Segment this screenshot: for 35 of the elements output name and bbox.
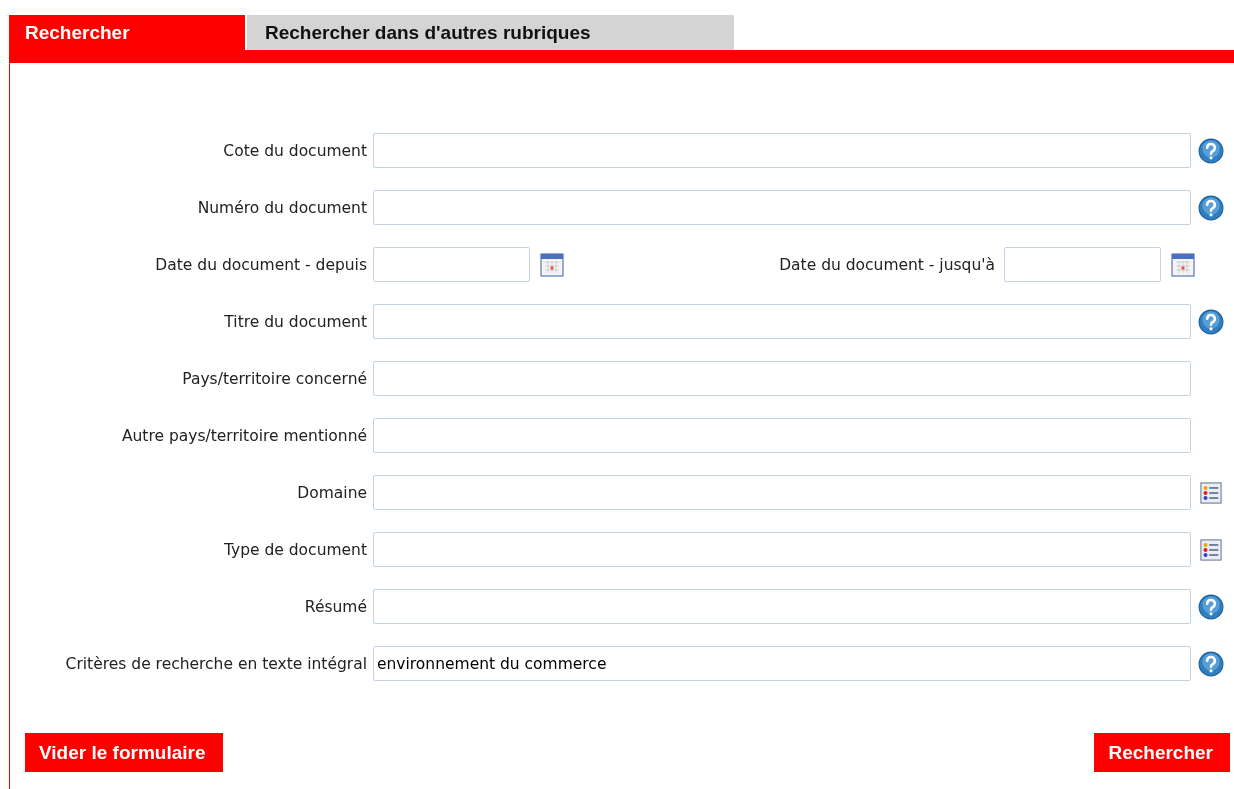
- input-field[interactable]: [373, 133, 1191, 168]
- search-button[interactable]: Rechercher: [1094, 733, 1230, 772]
- field-label: Pays/territoire concerné: [181, 369, 367, 388]
- help-icon[interactable]: [1198, 137, 1224, 164]
- field-label: Domaine: [296, 483, 367, 502]
- list-icon[interactable]: [1200, 481, 1222, 504]
- field-label: Numéro du document: [196, 198, 367, 217]
- field-label: Critères de recherche en texte intégral: [64, 654, 367, 673]
- field-label: Titre du document: [223, 312, 367, 331]
- input-field[interactable]: [373, 532, 1191, 567]
- field-label: Autre pays/territoire mentionné: [120, 426, 367, 445]
- date-field[interactable]: [373, 247, 530, 282]
- input-field[interactable]: [373, 304, 1191, 339]
- help-icon[interactable]: [1198, 650, 1224, 677]
- field-label: Date du document - depuis: [154, 255, 367, 274]
- help-icon[interactable]: [1198, 194, 1224, 221]
- input-field[interactable]: environnement du commerce: [373, 646, 1191, 681]
- calendar-icon[interactable]: [540, 252, 564, 277]
- list-icon[interactable]: [1200, 538, 1222, 561]
- input-field[interactable]: [373, 190, 1191, 225]
- date-field[interactable]: [1004, 247, 1161, 282]
- tab[interactable]: Rechercher dans d'autres rubriques: [247, 15, 734, 50]
- input-field[interactable]: [373, 589, 1191, 624]
- input-field[interactable]: [373, 418, 1191, 453]
- calendar-icon[interactable]: [1171, 252, 1195, 277]
- field-label: Date du document - jusqu'à: [779, 255, 995, 274]
- tab[interactable]: Rechercher: [9, 15, 245, 50]
- help-icon[interactable]: [1198, 308, 1224, 335]
- field-label: Cote du document: [222, 141, 367, 160]
- field-label: Résumé: [303, 597, 367, 616]
- help-icon[interactable]: [1198, 593, 1224, 620]
- clear-form-button[interactable]: Vider le formulaire: [25, 733, 223, 772]
- input-field[interactable]: [373, 475, 1191, 510]
- input-field[interactable]: [373, 361, 1191, 396]
- field-label: Type de document: [222, 540, 367, 559]
